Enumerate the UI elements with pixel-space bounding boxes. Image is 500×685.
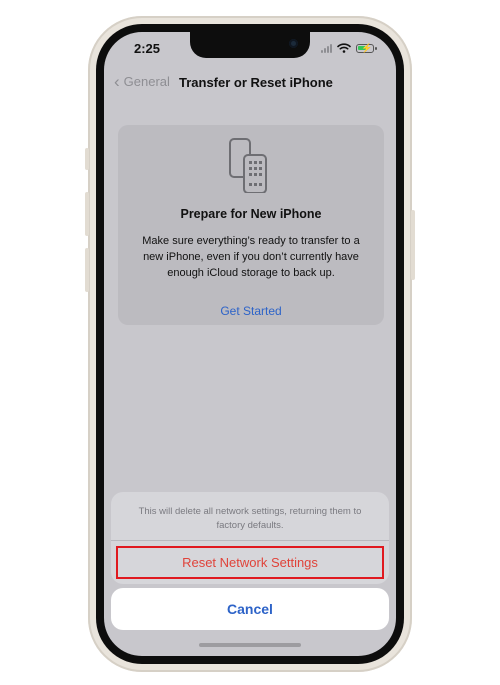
wifi-icon	[337, 43, 351, 53]
navigation-bar: ‹ General Transfer or Reset iPhone	[104, 72, 396, 94]
action-sheet: This will delete all network settings, r…	[111, 492, 389, 584]
camera-icon	[289, 39, 298, 48]
charging-bolt-icon: ⚡	[361, 42, 373, 53]
chevron-left-icon: ‹	[114, 71, 120, 91]
devices-icon	[229, 138, 267, 193]
home-indicator	[199, 643, 301, 647]
notch	[190, 32, 310, 58]
reset-network-settings-button[interactable]: Reset Network Settings	[116, 546, 384, 579]
status-icons: ⚡	[321, 42, 377, 53]
status-time: 2:25	[134, 41, 161, 56]
screen: 2:25 ⚡ ‹ General Transfer or Reset iPhon…	[104, 32, 396, 656]
action-sheet-message: This will delete all network settings, r…	[138, 506, 362, 531]
volume-up-button	[85, 192, 89, 236]
power-button	[411, 210, 415, 280]
cellular-signal-icon	[321, 43, 332, 53]
get-started-link[interactable]: Get Started	[118, 304, 384, 318]
cancel-button[interactable]: Cancel	[111, 588, 389, 630]
card-title: Prepare for New iPhone	[180, 207, 322, 221]
prepare-card: Prepare for New iPhone Make sure everyth…	[118, 125, 384, 325]
battery-icon: ⚡	[356, 42, 377, 53]
silent-switch	[85, 148, 89, 170]
back-label: General	[123, 74, 170, 89]
back-button[interactable]: ‹ General	[114, 71, 170, 91]
divider	[111, 540, 389, 541]
card-description: Make sure everything’s ready to transfer…	[142, 235, 360, 279]
page-title: Transfer or Reset iPhone	[179, 75, 333, 90]
volume-down-button	[85, 248, 89, 292]
